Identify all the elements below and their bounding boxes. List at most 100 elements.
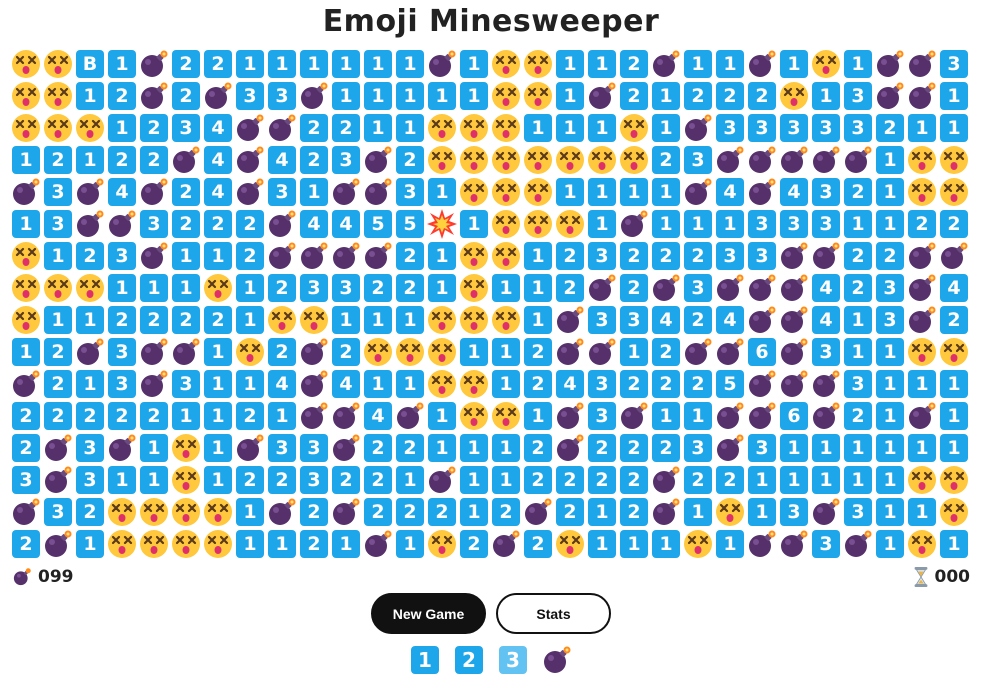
- dizzy-face-cell[interactable]: [938, 464, 970, 496]
- number-cell[interactable]: 2: [234, 464, 266, 496]
- dizzy-face-cell[interactable]: [554, 208, 586, 240]
- number-cell[interactable]: 2: [650, 144, 682, 176]
- mine-cell[interactable]: [330, 496, 362, 528]
- number-cell[interactable]: 1: [938, 400, 970, 432]
- number-cell[interactable]: 2: [522, 368, 554, 400]
- number-cell[interactable]: 1: [170, 240, 202, 272]
- dizzy-face-cell[interactable]: [426, 304, 458, 336]
- number-cell[interactable]: 1: [234, 272, 266, 304]
- number-cell[interactable]: 1: [490, 464, 522, 496]
- number-cell[interactable]: 1: [682, 48, 714, 80]
- dizzy-face-cell[interactable]: [618, 144, 650, 176]
- number-cell[interactable]: 1: [874, 144, 906, 176]
- number-cell[interactable]: 1: [586, 528, 618, 560]
- dizzy-face-cell[interactable]: [458, 144, 490, 176]
- mine-cell[interactable]: [74, 208, 106, 240]
- number-cell[interactable]: 1: [650, 176, 682, 208]
- number-cell[interactable]: 2: [138, 112, 170, 144]
- number-cell[interactable]: 3: [874, 304, 906, 336]
- number-cell[interactable]: 1: [522, 304, 554, 336]
- number-cell[interactable]: 1: [458, 208, 490, 240]
- mine-cell[interactable]: [618, 400, 650, 432]
- number-cell[interactable]: 2: [138, 304, 170, 336]
- mine-cell[interactable]: [650, 464, 682, 496]
- number-cell[interactable]: 2: [522, 464, 554, 496]
- number-cell[interactable]: 3: [298, 432, 330, 464]
- number-cell[interactable]: 1: [10, 336, 42, 368]
- dizzy-face-cell[interactable]: [42, 112, 74, 144]
- number-cell[interactable]: 2: [906, 208, 938, 240]
- number-cell[interactable]: 1: [906, 432, 938, 464]
- new-game-button[interactable]: New Game: [371, 593, 486, 634]
- mine-cell[interactable]: [810, 240, 842, 272]
- number-cell[interactable]: 1: [458, 336, 490, 368]
- number-cell[interactable]: 1: [138, 272, 170, 304]
- number-cell[interactable]: 1: [586, 176, 618, 208]
- number-cell[interactable]: 1: [746, 464, 778, 496]
- dizzy-face-cell[interactable]: [938, 176, 970, 208]
- number-cell[interactable]: 2: [234, 240, 266, 272]
- number-cell[interactable]: 2: [202, 304, 234, 336]
- mine-cell[interactable]: [554, 336, 586, 368]
- mine-cell[interactable]: [554, 304, 586, 336]
- mine-cell[interactable]: [938, 240, 970, 272]
- number-cell[interactable]: 5: [714, 368, 746, 400]
- number-cell[interactable]: 3: [170, 368, 202, 400]
- dizzy-face-cell[interactable]: [10, 304, 42, 336]
- mine-cell[interactable]: [810, 496, 842, 528]
- number-cell[interactable]: 3: [586, 400, 618, 432]
- mine-cell[interactable]: [586, 272, 618, 304]
- number-cell[interactable]: 4: [266, 368, 298, 400]
- mine-cell[interactable]: [842, 528, 874, 560]
- number-cell[interactable]: 1: [266, 528, 298, 560]
- mine-cell[interactable]: [202, 80, 234, 112]
- number-cell[interactable]: 2: [650, 336, 682, 368]
- dizzy-face-cell[interactable]: [266, 304, 298, 336]
- number-cell[interactable]: 1: [74, 304, 106, 336]
- number-cell[interactable]: 5: [362, 208, 394, 240]
- number-cell[interactable]: 3: [810, 208, 842, 240]
- number-cell[interactable]: 4: [650, 304, 682, 336]
- dizzy-face-cell[interactable]: [74, 112, 106, 144]
- dizzy-face-cell[interactable]: [906, 176, 938, 208]
- number-cell[interactable]: 1: [618, 528, 650, 560]
- number-cell[interactable]: 2: [682, 240, 714, 272]
- number-cell[interactable]: 3: [810, 176, 842, 208]
- dizzy-face-cell[interactable]: [522, 48, 554, 80]
- number-cell[interactable]: 1: [106, 112, 138, 144]
- number-cell[interactable]: 2: [650, 368, 682, 400]
- number-cell[interactable]: 1: [298, 48, 330, 80]
- number-cell[interactable]: 1: [234, 304, 266, 336]
- mine-cell[interactable]: [138, 368, 170, 400]
- number-cell[interactable]: 2: [938, 208, 970, 240]
- mine-cell[interactable]: [170, 336, 202, 368]
- dizzy-face-cell[interactable]: [554, 144, 586, 176]
- dizzy-face-cell[interactable]: [586, 144, 618, 176]
- number-cell[interactable]: 2: [298, 112, 330, 144]
- mine-cell[interactable]: [426, 464, 458, 496]
- dizzy-face-cell[interactable]: [522, 176, 554, 208]
- number-cell[interactable]: 3: [938, 48, 970, 80]
- number-cell[interactable]: 4: [554, 368, 586, 400]
- number-cell[interactable]: 3: [298, 464, 330, 496]
- number-cell[interactable]: 1: [362, 80, 394, 112]
- number-cell[interactable]: 1: [522, 400, 554, 432]
- number-cell[interactable]: 1: [202, 336, 234, 368]
- mine-cell[interactable]: [554, 432, 586, 464]
- dizzy-face-cell[interactable]: [490, 400, 522, 432]
- number-cell[interactable]: 3: [842, 112, 874, 144]
- number-cell[interactable]: 3: [42, 208, 74, 240]
- number-cell[interactable]: 1: [234, 496, 266, 528]
- mine-cell[interactable]: [106, 208, 138, 240]
- dizzy-face-cell[interactable]: [394, 336, 426, 368]
- number-cell[interactable]: 2: [490, 496, 522, 528]
- mine-cell[interactable]: [74, 176, 106, 208]
- dizzy-face-cell[interactable]: [682, 528, 714, 560]
- mine-cell[interactable]: [362, 240, 394, 272]
- number-cell[interactable]: 1: [810, 80, 842, 112]
- number-cell[interactable]: 1: [330, 528, 362, 560]
- mine-cell[interactable]: [362, 144, 394, 176]
- number-cell[interactable]: 3: [746, 240, 778, 272]
- dizzy-face-cell[interactable]: [138, 528, 170, 560]
- mine-cell[interactable]: [10, 496, 42, 528]
